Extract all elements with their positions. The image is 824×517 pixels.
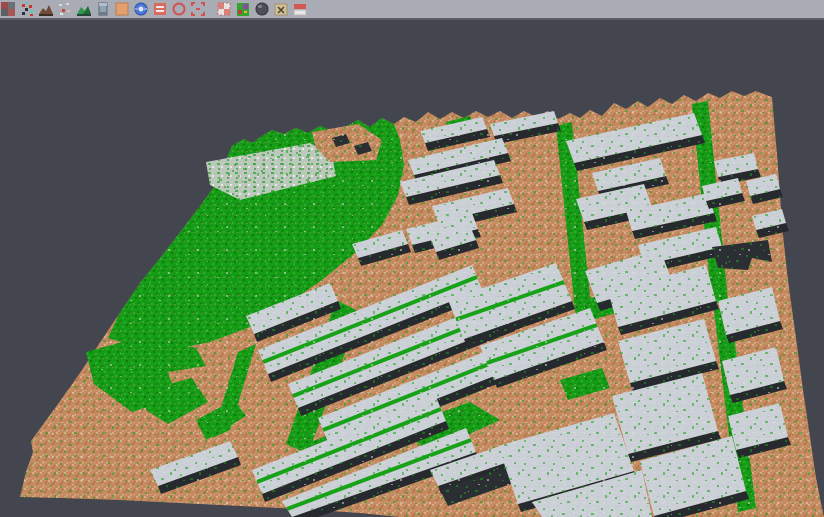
- ground-square-icon: [115, 2, 130, 17]
- khaki-clear-button[interactable]: [272, 0, 291, 18]
- ground-square-button[interactable]: [113, 0, 132, 18]
- sparse-points-button[interactable]: [56, 0, 75, 18]
- classified-raster-icon: [236, 2, 251, 17]
- main-toolbar: [0, 0, 824, 20]
- stacked-bars-button[interactable]: [291, 0, 310, 18]
- classified-raster-button[interactable]: [234, 0, 253, 18]
- globe-icon: [134, 2, 149, 17]
- terrain-mound-button[interactable]: [37, 0, 56, 18]
- classify-blocks-icon: [1, 2, 16, 17]
- crop-brackets-button[interactable]: [189, 0, 208, 18]
- building-column-button[interactable]: [94, 0, 113, 18]
- sparse-points-icon: [58, 2, 73, 17]
- checker-select-button[interactable]: [215, 0, 234, 18]
- section-lines-button[interactable]: [151, 0, 170, 18]
- section-lines-icon: [153, 2, 168, 17]
- circle-select-button[interactable]: [170, 0, 189, 18]
- globe-button[interactable]: [132, 0, 151, 18]
- building-column-icon: [96, 2, 111, 17]
- vegetation-mound-button[interactable]: [75, 0, 94, 18]
- stacked-bars-icon: [293, 2, 308, 17]
- point-cloud-viewport[interactable]: [0, 0, 824, 517]
- terrain-mound-icon: [39, 2, 54, 17]
- sphere-icon: [255, 2, 270, 17]
- scatter-points-icon: [20, 2, 35, 17]
- sphere-button[interactable]: [253, 0, 272, 18]
- scatter-points-button[interactable]: [18, 0, 37, 18]
- crop-brackets-icon: [191, 2, 206, 17]
- app-window: [0, 0, 824, 517]
- classify-blocks-button[interactable]: [0, 0, 18, 18]
- khaki-clear-icon: [274, 2, 289, 17]
- vegetation-mound-icon: [77, 2, 92, 17]
- circle-select-icon: [172, 2, 187, 17]
- checker-select-icon: [217, 2, 232, 17]
